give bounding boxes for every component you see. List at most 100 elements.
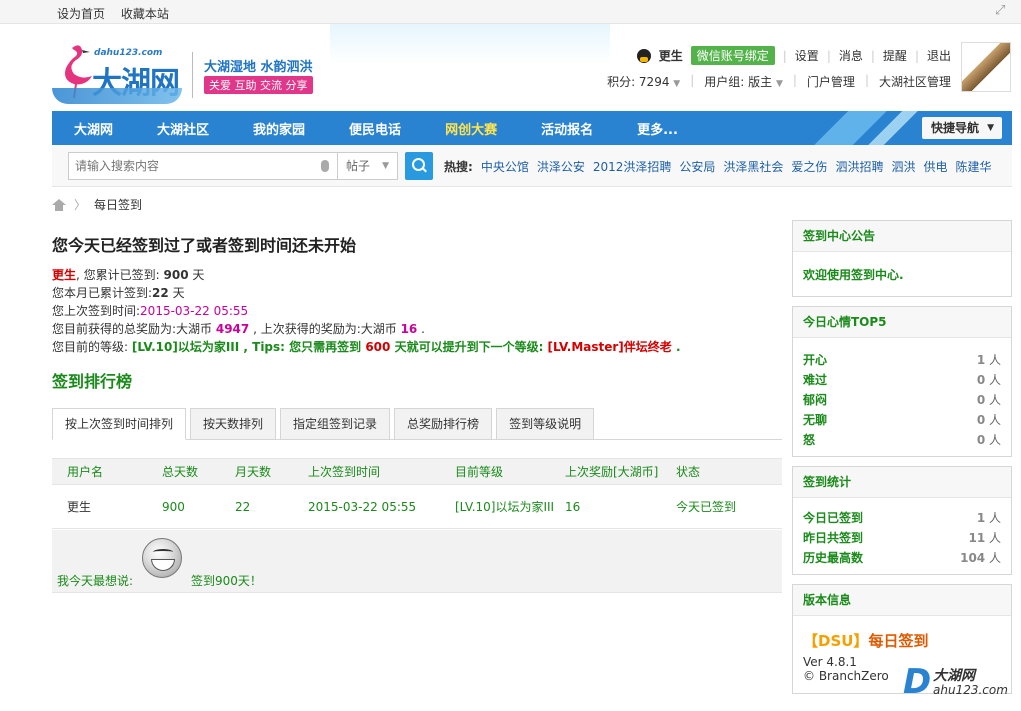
search-type-select[interactable]: 帖子 ▼	[338, 152, 398, 180]
divider: |	[864, 73, 869, 87]
main-content: 您今天已经签到过了或者签到时间还未开始 更生, 您累计已签到: 900 天 您本…	[52, 222, 782, 593]
settings-link[interactable]: 设置	[795, 47, 819, 64]
bookmark-link[interactable]: 收藏本站	[121, 7, 169, 21]
stat-value: 22	[152, 286, 169, 300]
mood-name: 郁闷	[803, 393, 828, 407]
hot-keyword[interactable]: 洪泽公安	[537, 158, 585, 175]
hot-keyword[interactable]: 公安局	[679, 158, 715, 175]
col-username: 用户名	[67, 465, 104, 479]
search-button[interactable]	[405, 152, 433, 180]
top-bar: 设为首页 收藏本站 ⤢	[0, 0, 1021, 24]
stat-name: 今日已签到	[803, 511, 864, 525]
nav-item-community[interactable]: 大湖社区	[135, 119, 231, 138]
user-info: 积分: 7294 ▼ | 用户组: 版主 ▼ | 门户管理 | 大湖社区管理	[607, 73, 951, 90]
nav-item-myhome[interactable]: 我的家园	[231, 119, 327, 138]
stats-box: 签到统计 今日已签到 1 人 昨日共签到 11 人 历史最高数 104 人	[792, 466, 1012, 575]
table-row: 更生 900 22 2015-03-22 05:55 [LV.10]以坛为家II…	[52, 485, 782, 529]
divider: |	[782, 48, 787, 63]
hot-keyword[interactable]: 中央公馆	[481, 158, 529, 175]
list-item: 无聊 0 人	[803, 410, 1001, 430]
user-area: 更生 微信账号绑定 | 设置 | 消息 | 提醒 | 退出 积分: 7294 ▼…	[601, 24, 1021, 110]
quick-nav-button[interactable]: 快捷导航 ▼	[922, 117, 1002, 139]
ranking-table: 用户名 总天数 月天数 上次签到时间 目前等级 上次奖励[大湖币] 状态 更生 …	[52, 458, 782, 529]
search-input[interactable]	[69, 153, 309, 179]
logout-link[interactable]: 退出	[927, 47, 951, 64]
table-header: 用户名 总天数 月天数 上次签到时间 目前等级 上次奖励[大湖币] 状态	[52, 458, 782, 485]
stat-label: .	[417, 322, 425, 336]
tab-by-days[interactable]: 按天数排列	[190, 408, 277, 440]
set-homepage-link[interactable]: 设为首页	[57, 7, 105, 21]
tab-by-last-time[interactable]: 按上次签到时间排列	[52, 408, 187, 440]
hot-keyword[interactable]: 2012洪泽招聘	[593, 158, 672, 175]
quick-nav-label: 快捷导航	[931, 121, 980, 135]
stat-count: 11	[968, 531, 986, 545]
hot-keyword[interactable]: 陈建华	[955, 158, 991, 175]
plugin-tag: 【DSU】	[803, 632, 869, 650]
col-last-reward: 上次奖励[大湖币]	[565, 465, 659, 479]
mood-count: 0	[976, 373, 986, 387]
cell-last-time: 2015-03-22 05:55	[308, 499, 417, 514]
portal-admin-link[interactable]: 门户管理	[807, 73, 855, 90]
cell-username[interactable]: 更生	[52, 498, 162, 515]
stat-value: [LV.Master]伴坛终老	[547, 340, 672, 354]
plugin-name: 【DSU】每日签到	[803, 630, 1001, 651]
stat-label: 您目前的等级:	[52, 340, 132, 354]
fullscreen-icon[interactable]: ⤢	[995, 4, 1009, 18]
stat-unit: 人	[985, 551, 1001, 565]
tab-level-info[interactable]: 签到等级说明	[496, 408, 595, 440]
hot-keyword[interactable]: 泗洪	[891, 158, 915, 175]
tab-group-records[interactable]: 指定组签到记录	[280, 408, 391, 440]
user-links: 更生 微信账号绑定 | 设置 | 消息 | 提醒 | 退出	[636, 46, 951, 65]
nav-item-home[interactable]: 大湖网	[52, 119, 135, 138]
site-logo[interactable]: dahu123.com 大湖网 大湖湿地 水韵泗洪 关爱 互助 交流 分享	[52, 36, 332, 106]
plugin-title: 每日签到	[868, 632, 929, 650]
version-title: 版本信息	[793, 585, 1011, 616]
hot-keyword[interactable]: 爱之伤	[791, 158, 827, 175]
stat-reward: 您目前获得的总奖励为:大湖币 4947 , 上次获得的奖励为:大湖币 16 .	[52, 320, 782, 338]
stat-label: 您上次签到时间:	[52, 304, 141, 318]
search-bar: 帖子 ▼ 热搜: 中央公馆 洪泽公安 2012洪泽招聘 公安局 洪泽黑社会 爱之…	[52, 145, 1012, 187]
notifications-link[interactable]: 提醒	[883, 47, 907, 64]
chevron-down-icon: ▼	[382, 161, 389, 171]
username-link[interactable]: 更生	[659, 47, 683, 64]
chevron-down-icon: ▼	[987, 123, 994, 133]
col-month-days: 月天数	[235, 465, 272, 479]
main-nav: 大湖网 大湖社区 我的家园 便民电话 网创大赛 活动报名 更多... 快捷导航 …	[52, 111, 1012, 145]
avatar[interactable]	[961, 42, 1011, 92]
cell-last-reward: 16	[565, 499, 581, 514]
hot-keyword[interactable]: 洪泽黑社会	[723, 158, 783, 175]
divider: |	[826, 48, 831, 63]
col-last-time: 上次签到时间	[308, 465, 381, 479]
tab-reward-ranking[interactable]: 总奖励排行榜	[394, 408, 493, 440]
microphone-icon[interactable]	[321, 160, 329, 172]
points-dropdown[interactable]: 积分: 7294 ▼	[607, 73, 680, 90]
hot-keyword[interactable]: 供电	[923, 158, 947, 175]
community-admin-link[interactable]: 大湖社区管理	[879, 73, 951, 90]
usergroup-dropdown[interactable]: 用户组: 版主 ▼	[704, 73, 783, 90]
list-item: 昨日共签到 11 人	[803, 528, 1001, 548]
divider: |	[870, 48, 875, 63]
stat-value: 600	[365, 340, 391, 354]
ranking-tabs: 按上次签到时间排列 按天数排列 指定组签到记录 总奖励排行榜 签到等级说明	[52, 408, 782, 440]
search-type-value: 帖子	[346, 159, 371, 173]
nav-item-contest[interactable]: 网创大赛	[423, 119, 519, 138]
nav-item-phone[interactable]: 便民电话	[327, 119, 423, 138]
mood-name: 无聊	[803, 413, 828, 427]
stat-count: 104	[960, 551, 986, 565]
breadcrumb-current[interactable]: 每日签到	[94, 196, 142, 213]
mood-unit: 人	[985, 393, 1001, 407]
today-thought: 我今天最想说: 签到900天！	[52, 530, 782, 593]
mood-unit: 人	[985, 413, 1001, 427]
messages-link[interactable]: 消息	[839, 47, 863, 64]
nav-item-events[interactable]: 活动报名	[519, 119, 615, 138]
home-icon[interactable]	[52, 198, 66, 211]
stat-unit: 天	[188, 268, 205, 282]
logo-wave	[52, 88, 182, 104]
stat-value: 900	[163, 268, 189, 282]
mood-unit: 人	[985, 433, 1001, 447]
nav-item-more[interactable]: 更多...	[615, 119, 700, 138]
wechat-bind-button[interactable]: 微信账号绑定	[690, 46, 775, 65]
hot-keyword[interactable]: 泗洪招聘	[835, 158, 883, 175]
breadcrumb: 〉 每日签到	[52, 196, 142, 213]
stat-name: 昨日共签到	[803, 531, 864, 545]
